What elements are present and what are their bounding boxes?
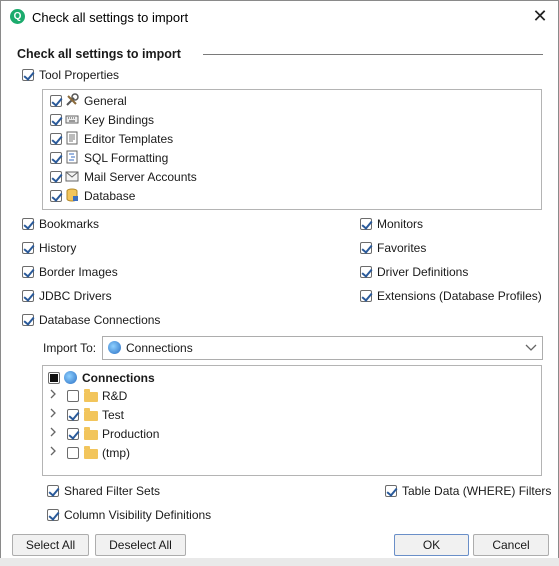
deselect-all-button[interactable]: Deselect All: [95, 534, 186, 556]
folder-icon: [84, 427, 98, 440]
mail-server-accounts-checkbox[interactable]: [50, 171, 62, 183]
tools-icon: [65, 93, 79, 107]
column-visibility-label: Column Visibility Definitions: [64, 508, 212, 522]
test-checkbox[interactable]: [67, 409, 79, 421]
import-to-value: Connections: [126, 341, 193, 355]
bookmarks-label: Bookmarks: [39, 217, 100, 231]
background-strip: [0, 558, 559, 566]
general-checkbox[interactable]: [50, 95, 62, 107]
database-connections-label: Database Connections: [39, 313, 161, 327]
database-connections-checkbox[interactable]: [22, 314, 34, 326]
tree-item-label: Test: [102, 408, 125, 422]
database-checkbox[interactable]: [50, 190, 62, 202]
chevron-down-icon: [525, 340, 537, 357]
list-item-label: Mail Server Accounts: [84, 170, 197, 184]
tool-properties-checkbox[interactable]: [22, 69, 34, 81]
production-checkbox[interactable]: [67, 428, 79, 440]
history-label: History: [39, 241, 77, 255]
ok-button[interactable]: OK: [394, 534, 469, 556]
tool-properties-list: General Key Bindings Editor Templates SQ…: [42, 89, 542, 210]
folder-icon: [84, 408, 98, 421]
expand-chevron-icon[interactable]: [49, 407, 57, 422]
import-settings-dialog: Q Check all settings to import ✕ Check a…: [0, 0, 559, 566]
app-icon: Q: [10, 9, 25, 24]
cancel-button[interactable]: Cancel: [473, 534, 549, 556]
expand-chevron-icon[interactable]: [49, 388, 57, 403]
window-title: Check all settings to import: [32, 10, 189, 25]
favorites-label: Favorites: [377, 241, 427, 255]
tree-item-label: R&D: [102, 389, 128, 403]
keyboard-icon: [65, 112, 79, 126]
favorites-checkbox[interactable]: [360, 242, 372, 254]
connections-globe-icon: [64, 371, 77, 384]
connections-root-checkbox[interactable]: [48, 372, 60, 384]
list-item-label: SQL Formatting: [84, 151, 169, 165]
rnd-checkbox[interactable]: [67, 390, 79, 402]
select-all-button[interactable]: Select All: [12, 534, 89, 556]
mail-icon: [65, 169, 79, 183]
shared-filter-sets-checkbox[interactable]: [47, 485, 59, 497]
tmp-checkbox[interactable]: [67, 447, 79, 459]
expand-chevron-icon[interactable]: [49, 426, 57, 441]
tree-item-label: (tmp): [102, 446, 130, 460]
tool-properties-label: Tool Properties: [39, 68, 120, 82]
connections-globe-icon: [108, 341, 121, 354]
tree-item-label: Production: [102, 427, 160, 441]
close-icon[interactable]: ✕: [528, 5, 552, 29]
column-visibility-checkbox[interactable]: [47, 509, 59, 521]
sql-formatting-checkbox[interactable]: [50, 152, 62, 164]
table-data-filters-checkbox[interactable]: [385, 485, 397, 497]
border-images-checkbox[interactable]: [22, 266, 34, 278]
folder-icon: [84, 446, 98, 459]
driver-definitions-label: Driver Definitions: [377, 265, 469, 279]
import-to-label: Import To:: [43, 341, 97, 355]
shared-filter-sets-label: Shared Filter Sets: [64, 484, 161, 498]
list-item-label: Editor Templates: [84, 132, 174, 146]
jdbc-drivers-checkbox[interactable]: [22, 290, 34, 302]
connections-tree: Connections R&D Test Production (tmp): [42, 365, 542, 476]
tree-root-label: Connections: [82, 371, 155, 385]
list-item-label: General: [84, 94, 127, 108]
section-divider: [203, 54, 543, 55]
monitors-checkbox[interactable]: [360, 218, 372, 230]
template-icon: [65, 131, 79, 145]
expand-chevron-icon[interactable]: [49, 445, 57, 460]
monitors-label: Monitors: [377, 217, 424, 231]
database-icon: [65, 188, 79, 202]
bookmarks-checkbox[interactable]: [22, 218, 34, 230]
jdbc-drivers-label: JDBC Drivers: [39, 289, 112, 303]
border-images-label: Border Images: [39, 265, 118, 279]
table-data-filters-label: Table Data (WHERE) Filters: [402, 484, 552, 498]
section-title: Check all settings to import: [17, 47, 181, 61]
sql-format-icon: [65, 150, 79, 164]
folder-icon: [84, 389, 98, 402]
list-item-label: Database: [84, 189, 136, 203]
extensions-label: Extensions (Database Profiles): [377, 289, 542, 303]
driver-definitions-checkbox[interactable]: [360, 266, 372, 278]
import-to-select[interactable]: Connections: [102, 336, 543, 360]
extensions-checkbox[interactable]: [360, 290, 372, 302]
title-bar: Q Check all settings to import ✕: [1, 1, 558, 33]
history-checkbox[interactable]: [22, 242, 34, 254]
key-bindings-checkbox[interactable]: [50, 114, 62, 126]
editor-templates-checkbox[interactable]: [50, 133, 62, 145]
list-item-label: Key Bindings: [84, 113, 155, 127]
